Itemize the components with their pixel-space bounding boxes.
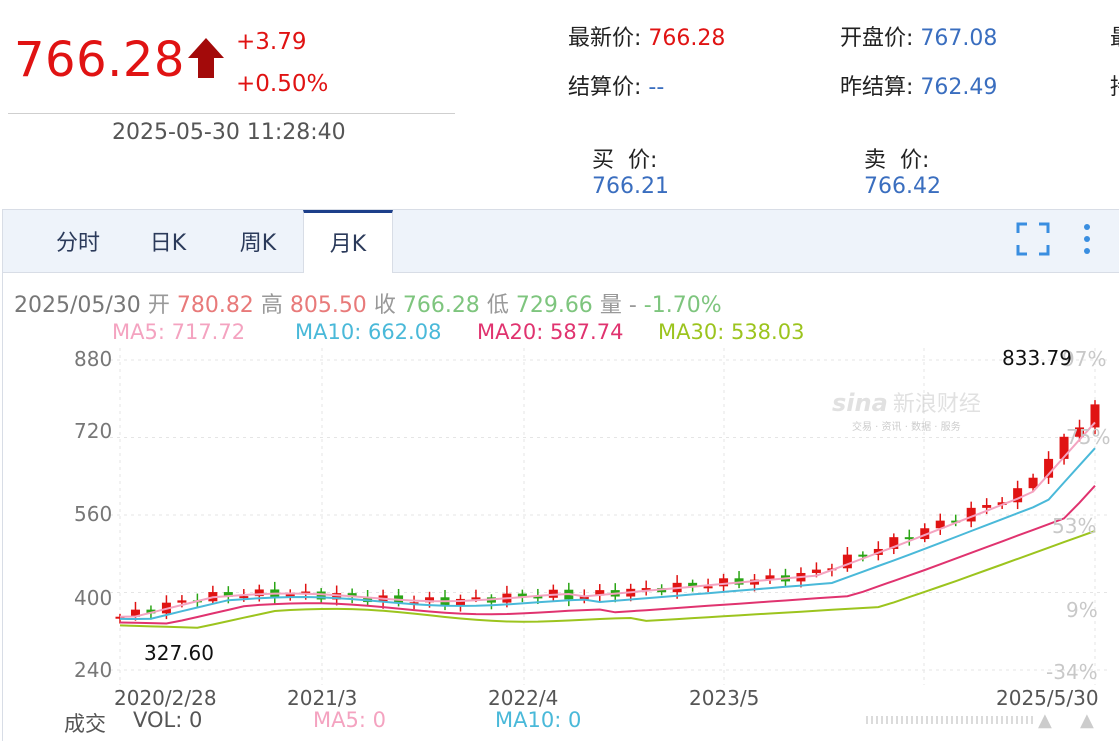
info-high-label: 高	[260, 293, 283, 318]
latest-price-label: 最新价:	[568, 26, 642, 51]
open-price-value: 767.08	[920, 26, 998, 51]
y-tick-240: 240	[74, 658, 113, 682]
info-close: 766.28	[402, 293, 480, 318]
prev-settle-field: 昨结算: 762.49	[840, 69, 997, 101]
ma30-line	[119, 530, 1096, 629]
latest-price-value: 766.28	[648, 26, 726, 51]
candle-body	[703, 586, 713, 589]
cut-off-label-1: 最	[1110, 20, 1119, 52]
settle-price-value: --	[648, 75, 665, 100]
bid-price-value: 766.21	[592, 174, 669, 199]
info-open: 780.82	[176, 293, 254, 318]
volume-vol: VOL: 0	[133, 708, 203, 732]
info-low: 729.66	[515, 293, 593, 318]
volume-ma10: MA10: 0	[495, 708, 582, 732]
y-tick-720: 720	[74, 419, 113, 443]
candle-body	[1090, 404, 1100, 428]
ask-price-value: 766.42	[864, 174, 941, 199]
info-change: -1.70%	[643, 293, 722, 318]
candles	[115, 400, 1100, 624]
candle-body	[239, 596, 249, 599]
more-options-icon[interactable]	[1080, 222, 1094, 256]
pct-tick-3: 53%	[1052, 514, 1097, 538]
info-high: 805.50	[289, 293, 367, 318]
fullscreen-icon[interactable]	[1016, 222, 1050, 256]
info-date: 2025/05/30	[14, 293, 141, 318]
tab-intraday[interactable]: 分时	[40, 210, 116, 272]
watermark-sub: 交易 · 资讯 · 数据 · 服务	[852, 422, 961, 433]
volume-ma5: MA5: 0	[313, 708, 386, 732]
ask-price-label: 卖 价:	[864, 148, 930, 173]
info-close-label: 收	[373, 293, 396, 318]
watermark: sina 新浪财经	[832, 386, 981, 418]
volume-label: 成交	[64, 712, 106, 736]
prev-settle-value: 762.49	[920, 75, 998, 100]
zoom-out-icon[interactable]: ▲	[1080, 710, 1094, 731]
y-tick-880: 880	[74, 347, 113, 371]
pct-tick-5: -34%	[1046, 660, 1098, 684]
watermark-text: 新浪财经	[892, 392, 981, 417]
open-price-label: 开盘价:	[840, 26, 914, 51]
max-label: 833.79	[1002, 346, 1072, 370]
candle-body	[177, 600, 187, 603]
divider	[8, 113, 455, 114]
latest-price-field: 最新价: 766.28	[568, 20, 725, 52]
tab-monthly-k[interactable]: 月K	[303, 210, 393, 273]
bid-price-field: 买 价: 766.21	[578, 117, 669, 199]
scroll-track[interactable]	[866, 716, 1034, 724]
ohlc-info: 2025/05/30 开 780.82 高 805.50 收 766.28 低 …	[14, 287, 722, 319]
bid-price-label: 买 价:	[592, 148, 658, 173]
ma-lines	[119, 421, 1096, 629]
price-change: +3.79	[236, 29, 307, 55]
info-vol: -	[628, 293, 637, 318]
info-open-label: 开	[147, 293, 170, 318]
tab-daily-k[interactable]: 日K	[130, 210, 206, 272]
info-low-label: 低	[486, 293, 509, 318]
x-tick-2: 2021/3	[287, 686, 358, 710]
settle-price-label: 结算价:	[568, 75, 642, 100]
quote-timestamp: 2025-05-30 11:28:40	[112, 120, 346, 145]
open-price-field: 开盘价: 767.08	[840, 20, 997, 52]
prev-settle-label: 昨结算:	[840, 75, 914, 100]
last-price: 766.28	[14, 32, 185, 88]
watermark-logo: sina	[832, 389, 888, 417]
pct-tick-2: 75%	[1066, 425, 1111, 449]
candle-body	[982, 505, 992, 508]
candle-body	[471, 597, 481, 600]
min-label: 327.60	[144, 641, 214, 665]
x-tick-4: 2023/5	[689, 686, 760, 710]
cut-off-label-2: 持	[1110, 69, 1119, 101]
x-tick-5: 2025/5/30	[996, 686, 1099, 710]
up-arrow-icon	[188, 38, 224, 78]
ask-price-field: 卖 价: 766.42	[850, 117, 941, 199]
x-tick-3: 2022/4	[488, 686, 559, 710]
pct-tick-4: 9%	[1066, 598, 1098, 622]
price-change-pct: +0.50%	[236, 71, 329, 97]
info-vol-label: 量	[599, 293, 622, 318]
y-tick-400: 400	[74, 586, 113, 610]
ma5-line	[119, 421, 1096, 618]
settle-price-field: 结算价: --	[568, 69, 664, 101]
zoom-in-icon[interactable]: ▲	[1038, 710, 1052, 731]
y-tick-560: 560	[74, 502, 113, 526]
ma20-line	[119, 485, 1096, 625]
x-tick-1: 2020/2/28	[114, 686, 217, 710]
tab-weekly-k[interactable]: 周K	[220, 210, 296, 272]
candle-body	[811, 569, 821, 573]
